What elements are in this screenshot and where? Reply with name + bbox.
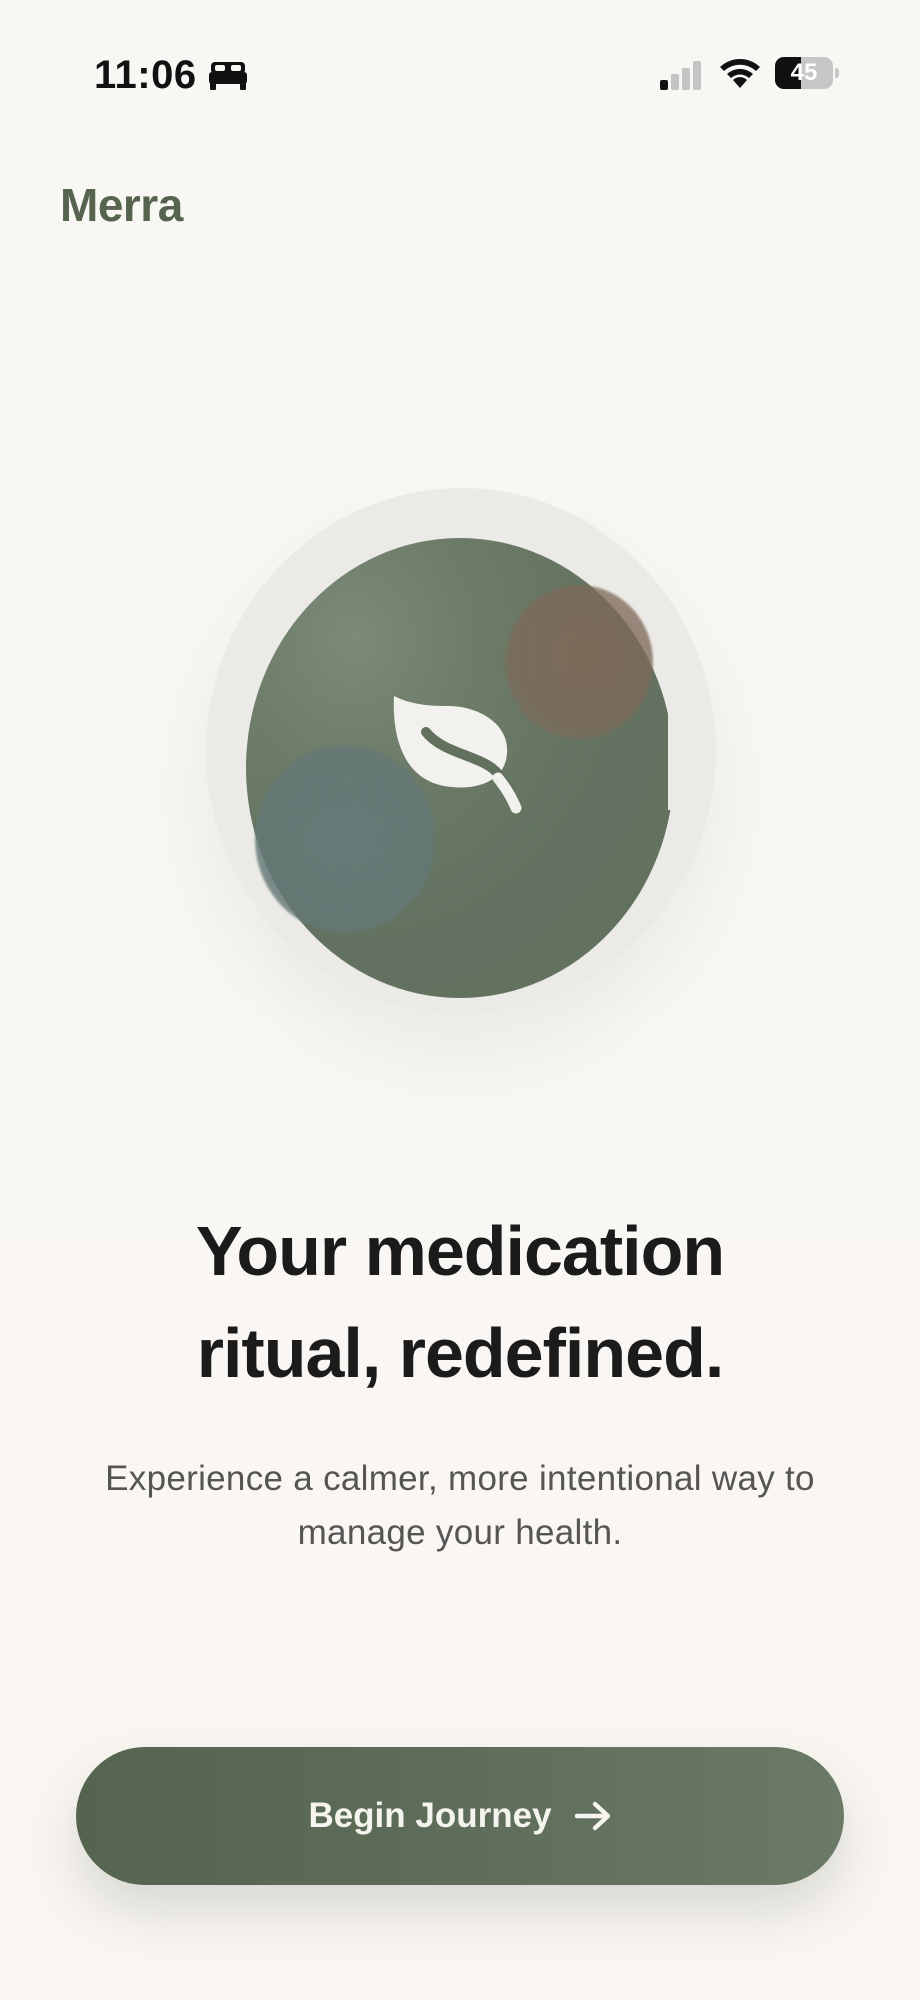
- subtitle-line-2: manage your health.: [297, 1513, 623, 1552]
- status-bar: 11:06 45: [0, 0, 920, 150]
- battery-tip: [835, 68, 839, 78]
- wifi-icon: [720, 59, 760, 88]
- page-subtitle: Experience a calmer, more intentional wa…: [60, 1452, 860, 1560]
- begin-journey-button[interactable]: Begin Journey: [76, 1747, 844, 1885]
- signal-icon: [660, 61, 701, 90]
- status-time: 11:06: [94, 52, 197, 97]
- hero-halo-edge: [668, 690, 708, 810]
- headline-line-2: ritual, redefined.: [196, 1314, 725, 1392]
- battery-icon: 45: [775, 57, 839, 89]
- status-time-group: 11:06: [94, 50, 249, 100]
- begin-journey-label: Begin Journey: [308, 1796, 552, 1835]
- battery-level: 45: [790, 59, 818, 86]
- headline-line-1: Your medication: [195, 1212, 725, 1290]
- arrow-right-icon: [574, 1801, 610, 1831]
- battery-body: 45: [775, 57, 833, 89]
- leaf-icon: [393, 696, 522, 814]
- subtitle-line-1: Experience a calmer, more intentional wa…: [105, 1459, 815, 1498]
- brand-logo: Merra: [60, 179, 183, 231]
- bed-icon: [208, 62, 247, 90]
- page-title: Your medication ritual, redefined.: [60, 1200, 860, 1404]
